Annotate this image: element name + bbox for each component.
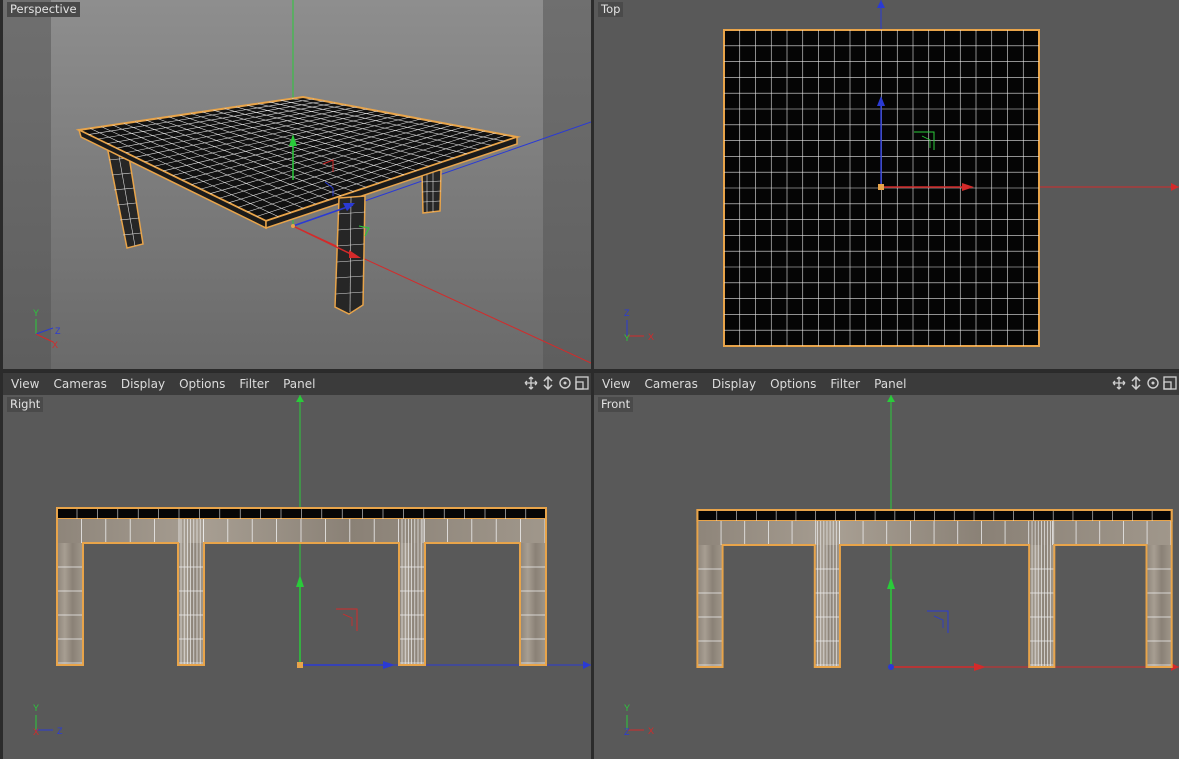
menu-display[interactable]: Display (705, 377, 763, 391)
right-axis-y: Y (33, 703, 39, 713)
top-axis-y: Y (624, 333, 630, 343)
menu-cameras[interactable]: Cameras (46, 377, 113, 391)
menu-display[interactable]: Display (114, 377, 172, 391)
perspective-canvas: Y Z X (3, 0, 591, 369)
front-axis-y: Y (624, 703, 630, 713)
menu-options[interactable]: Options (763, 377, 823, 391)
persp-axis-z: Z (55, 326, 61, 336)
top-canvas: Z Y X (594, 0, 1179, 369)
menu-view[interactable]: View (594, 377, 637, 391)
viewport-label-top[interactable]: Top (598, 2, 624, 17)
front-viewport[interactable]: Y Z X Front (594, 395, 1179, 759)
viewport-label-front[interactable]: Front (598, 397, 634, 412)
viewport-label-perspective[interactable]: Perspective (7, 2, 80, 17)
menu-panel[interactable]: Panel (276, 377, 322, 391)
perspective-viewport[interactable]: Y Z X Perspective (3, 0, 591, 369)
menu-filter[interactable]: Filter (823, 377, 867, 391)
menu-view[interactable]: View (3, 377, 46, 391)
rotate-view-icon[interactable] (558, 376, 572, 390)
viewport-label-right[interactable]: Right (7, 397, 44, 412)
menu-cameras[interactable]: Cameras (637, 377, 704, 391)
front-axis-z: Z (624, 727, 630, 737)
persp-axis-x: X (52, 340, 58, 350)
top-axis-z: Z (624, 308, 630, 318)
right-canvas: Y X Z (3, 395, 591, 759)
menu-panel[interactable]: Panel (867, 377, 913, 391)
persp-axis-y: Y (33, 308, 39, 318)
front-canvas: Y Z X (594, 395, 1179, 759)
top-axis-x: X (648, 332, 654, 342)
menu-filter[interactable]: Filter (232, 377, 276, 391)
move-view-icon[interactable] (524, 376, 538, 390)
maximize-view-icon[interactable] (575, 376, 589, 390)
right-viewport-menubar: View Cameras Display Options Filter Pane… (3, 372, 591, 396)
top-viewport[interactable]: Z Y X Top (594, 0, 1179, 369)
rotate-view-icon[interactable] (1146, 376, 1160, 390)
maximize-view-icon[interactable] (1163, 376, 1177, 390)
front-axis-x: X (648, 726, 654, 736)
right-viewport[interactable]: Y X Z Right (3, 395, 591, 759)
move-view-icon[interactable] (1112, 376, 1126, 390)
menu-options[interactable]: Options (172, 377, 232, 391)
right-axis-x: X (33, 727, 39, 737)
dolly-view-icon[interactable] (1129, 375, 1143, 391)
front-viewport-menubar: View Cameras Display Options Filter Pane… (594, 372, 1179, 396)
right-axis-z: Z (57, 726, 63, 736)
dolly-view-icon[interactable] (541, 375, 555, 391)
